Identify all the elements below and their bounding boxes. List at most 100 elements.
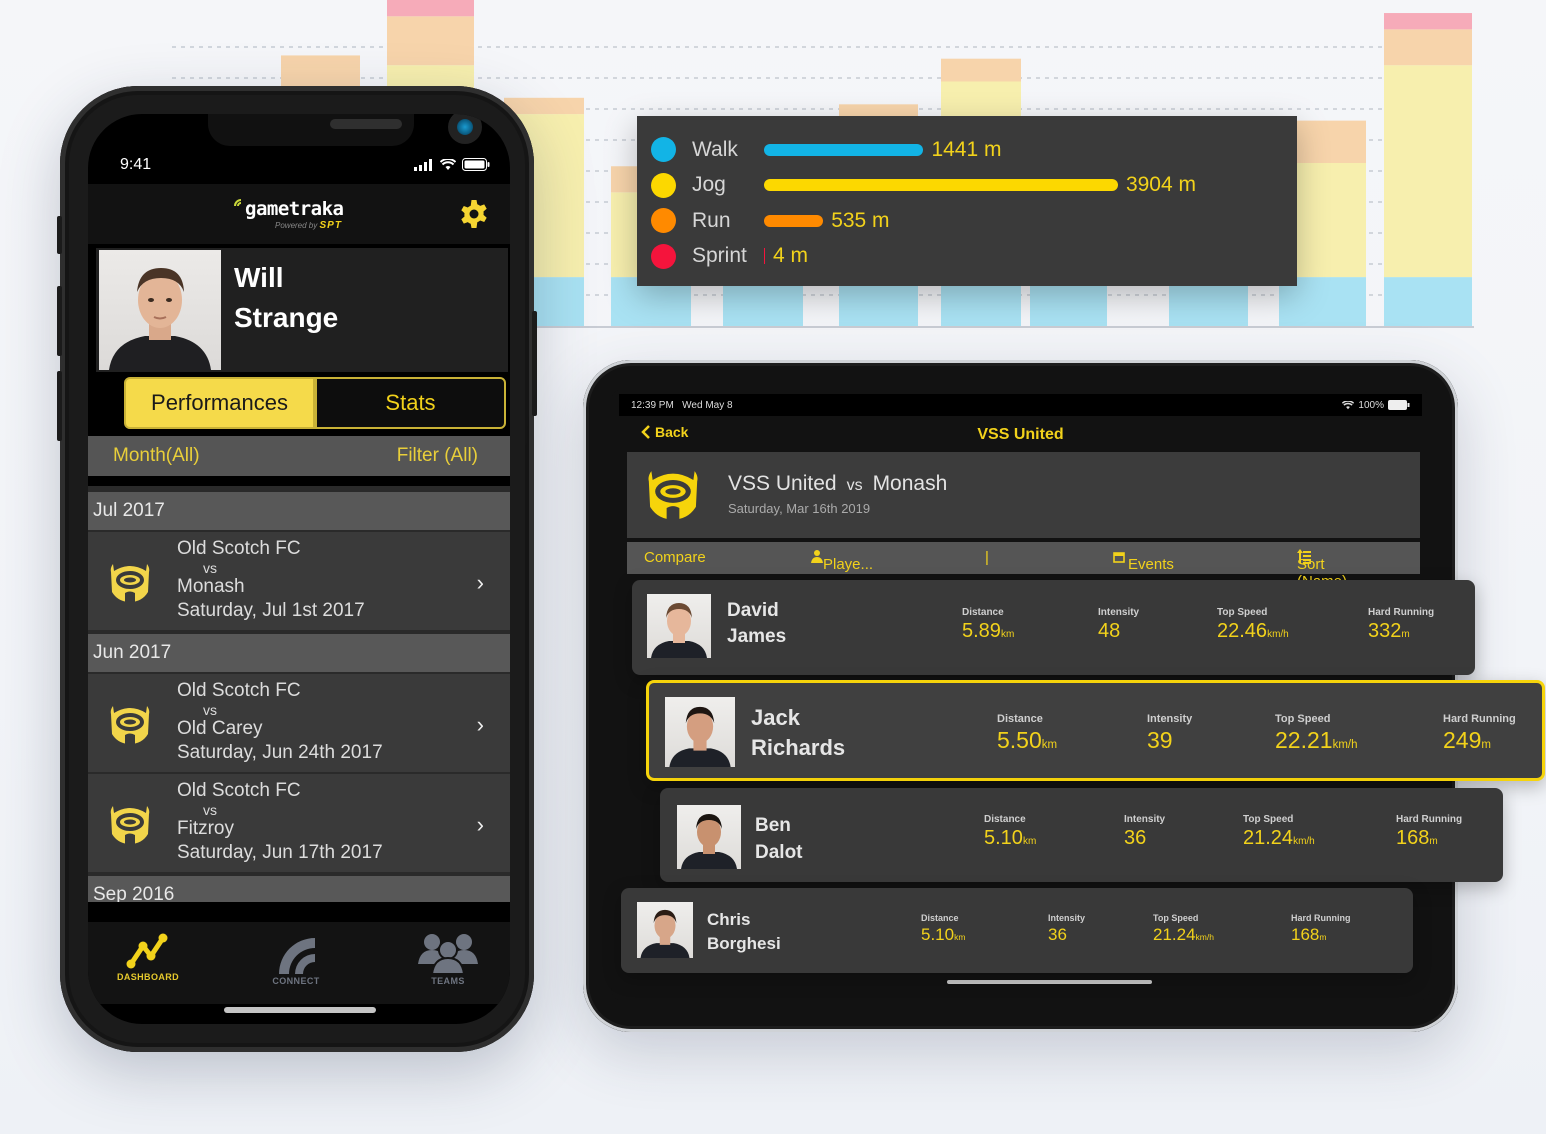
tablet-home-indicator[interactable] — [947, 980, 1152, 984]
stat-value: 5.10km — [921, 925, 965, 945]
speaker-grille — [330, 119, 402, 129]
stat-label: Distance — [997, 713, 1043, 725]
tab-dashboard[interactable]: DASHBOARD — [88, 930, 208, 1000]
bar-segment-run — [387, 16, 474, 66]
player-photo — [677, 805, 741, 869]
player-stat-card[interactable]: Ben Dalot Distance 5.10km Intensity 36 T… — [660, 788, 1503, 882]
tablet-filter-bar: Compare Playe... | Events Sort (Name) — [627, 542, 1420, 590]
stat-intensity: Intensity 36 — [1048, 913, 1085, 945]
match-header: VSS United vs Monash Saturday, Mar 16th 20… — [627, 452, 1420, 538]
bar-segment-walk — [1384, 277, 1472, 326]
stat-value: 39 — [1147, 727, 1192, 754]
legend-label: Sprint — [692, 244, 747, 268]
player-stat-card[interactable]: Jack Richards Distance 5.50km Intensity … — [646, 680, 1545, 781]
wifi-icon — [440, 158, 456, 170]
stat-label: Top Speed — [1243, 814, 1294, 825]
stadium-icon — [108, 702, 152, 746]
tab-performances[interactable]: Performances — [124, 377, 315, 429]
player-portrait — [681, 814, 737, 869]
filter-button[interactable]: Filter (All) — [397, 445, 478, 467]
gametraka-logo: gametraka Powered by SPT — [233, 192, 363, 236]
phone-status-bar: 9:41 — [120, 156, 490, 176]
chevron-right-icon: › — [476, 570, 484, 595]
player-first-name: David — [727, 600, 779, 621]
legend-bar-track: 1441 m — [764, 138, 1196, 161]
stat-label: Intensity — [1098, 607, 1140, 618]
events-button[interactable]: Events — [1113, 549, 1174, 573]
status-date: Wed May 8 — [682, 399, 733, 411]
stat-hard-running: Hard Running 249m — [1443, 713, 1516, 754]
player-photo — [637, 902, 693, 958]
stat-value: 21.24km/h — [1243, 827, 1315, 850]
stat-value: 5.50km — [997, 727, 1057, 754]
player-icon — [811, 550, 823, 563]
stat-value: 36 — [1048, 925, 1085, 945]
stat-value: 21.24km/h — [1153, 925, 1214, 945]
stat-value: 48 — [1098, 620, 1139, 643]
player-stat-card[interactable]: David James Distance 5.89km Intensity 48… — [632, 580, 1475, 675]
month-filter-button[interactable]: Month(All) — [113, 445, 200, 467]
powered-by-label: Powered by — [275, 221, 318, 230]
player-last-name: Richards — [751, 735, 846, 760]
front-camera — [448, 114, 482, 144]
legend-bar — [764, 248, 765, 265]
stat-unit: m — [1401, 629, 1410, 640]
tab-teams[interactable]: TEAMS — [388, 930, 508, 1000]
tab-connect[interactable]: CONNECT — [236, 930, 356, 1000]
month-section-header: Jun 2017 — [88, 634, 510, 672]
stat-top-speed: Top Speed 22.46km/h — [1217, 607, 1289, 643]
stat-number: 21.24 — [1243, 827, 1294, 849]
legend-row-walk: Walk 1441 m — [651, 132, 1283, 168]
home-indicator[interactable] — [224, 1007, 376, 1013]
player-stat-card[interactable]: Chris Borghesi Distance 5.10km Intensity… — [621, 888, 1413, 973]
compare-button[interactable]: Compare — [644, 549, 706, 566]
stat-label: Distance — [921, 913, 959, 923]
powered-by: Powered by SPT — [275, 220, 342, 231]
stat-number: 168 — [1396, 827, 1430, 849]
sort-button[interactable]: Sort (Name) — [1297, 549, 1347, 590]
stat-value: 5.10km — [984, 827, 1036, 850]
legend-row-run: Run 535 m — [651, 203, 1283, 239]
stat-value: 22.46km/h — [1217, 620, 1289, 643]
legend-label: Jog — [692, 173, 726, 197]
legend-bar-track: 4 m — [764, 244, 1196, 267]
match-date: Saturday, Jul 1st 2017 — [177, 600, 365, 621]
stat-number: 168 — [1291, 925, 1320, 944]
stat-label: Intensity — [1124, 814, 1166, 825]
player-name: Chris Borghesi — [707, 908, 781, 956]
match-list[interactable]: Jul 2017 Old Scotch FC vs Monash Saturda… — [88, 486, 510, 902]
player-last-name: Strange — [234, 302, 339, 333]
tab-stats[interactable]: Stats — [315, 377, 506, 429]
stat-unit: km/h — [1332, 739, 1358, 751]
distance-breakdown-legend: Walk 1441 m Jog 3904 m Run 535 m Sprint … — [637, 116, 1297, 286]
player-name: David James — [727, 598, 786, 650]
settings-gear-icon[interactable] — [458, 198, 490, 230]
match-date: Saturday, Mar 16th 2019 — [728, 501, 871, 516]
players-button[interactable]: Playe... — [811, 549, 873, 573]
away-team: Old Carey — [177, 718, 263, 739]
match-list-item[interactable]: Old Scotch FC vs Old Carey Saturday, Jun… — [88, 672, 510, 772]
stat-top-speed: Top Speed 22.21km/h — [1275, 713, 1357, 754]
stat-number: 22.21 — [1275, 727, 1333, 753]
match-list-item[interactable]: Old Scotch FC vs Fitzroy Saturday, Jun 1… — [88, 772, 510, 872]
player-photo — [99, 250, 221, 370]
app-header: gametraka Powered by SPT — [88, 184, 510, 244]
stat-unit: m — [1429, 836, 1438, 847]
match-list-item[interactable]: Old Scotch FC vs Monash Saturday, Jul 1s… — [88, 530, 510, 630]
dashboard-chart-icon — [126, 933, 168, 969]
bar-segment-sprint — [1384, 13, 1472, 30]
player-profile: Will Strange — [96, 248, 508, 372]
stat-unit: km — [954, 932, 966, 942]
home-team: Old Scotch FC — [177, 680, 301, 701]
stat-label: Hard Running — [1396, 814, 1463, 825]
stat-unit: km/h — [1195, 932, 1214, 942]
stat-value: 22.21km/h — [1275, 727, 1357, 754]
bar-segment-run — [1384, 29, 1472, 66]
player-photo — [665, 697, 735, 767]
vs-label: vs — [203, 702, 217, 718]
wifi-icon — [1342, 400, 1355, 409]
match-teams: VSS United vs Monash — [728, 472, 947, 496]
stat-label: Distance — [984, 814, 1026, 825]
stat-number: 5.10 — [984, 827, 1023, 849]
stat-value: 5.89km — [962, 620, 1014, 643]
